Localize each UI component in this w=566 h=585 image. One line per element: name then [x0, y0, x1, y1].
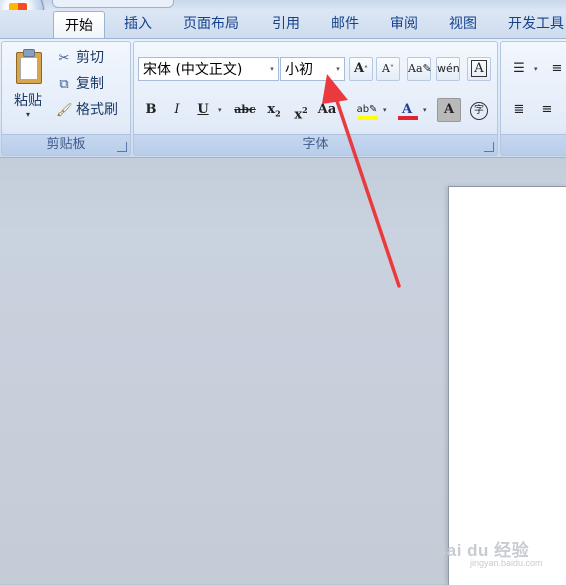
watermark-url: jingyan.baidu.com [470, 558, 543, 568]
annotation-arrow [322, 74, 401, 288]
